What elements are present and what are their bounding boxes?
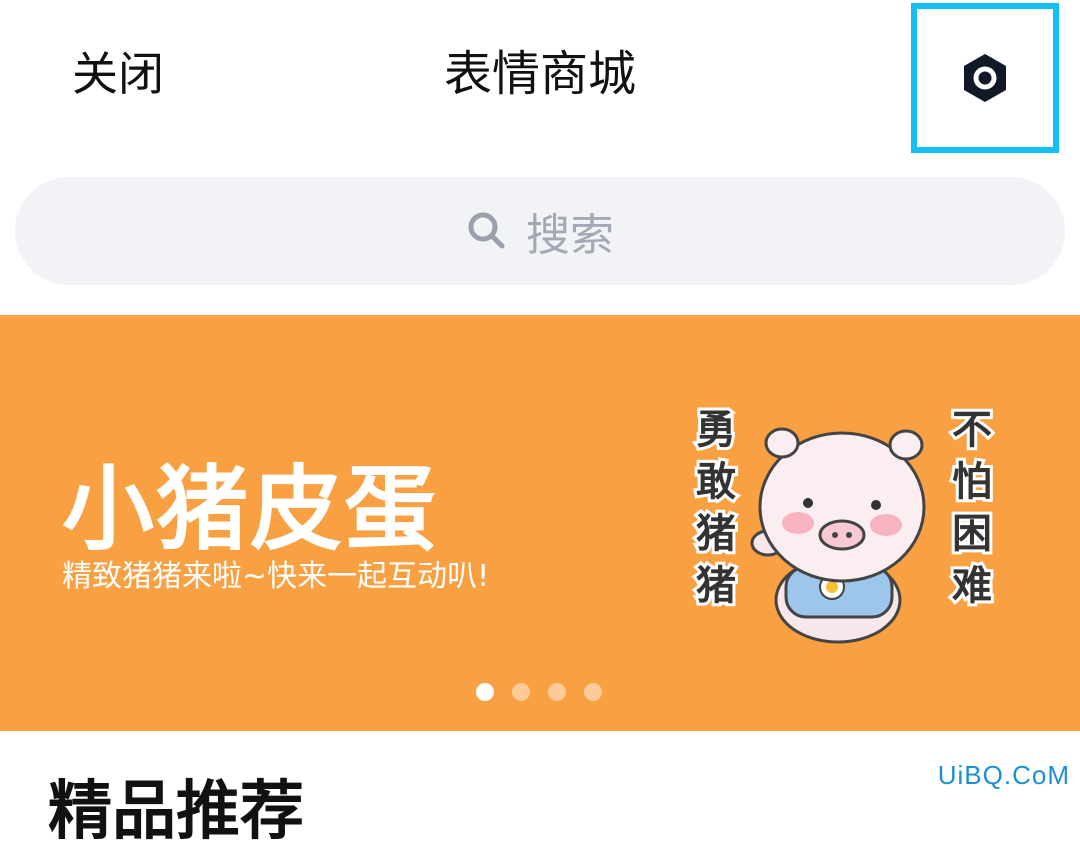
sticker-text-right-char: 怕 (952, 459, 992, 505)
sticker-text-right-char: 不 (952, 407, 992, 453)
banner-subtitle: 精致猪猪来啦~快来一起互动叭! (62, 559, 490, 594)
settings-hexagon-icon (964, 54, 1006, 102)
sticker-text-right-char: 难 (952, 563, 992, 609)
banner-title: 小猪皮蛋 (62, 456, 439, 563)
section-title: 精品推荐 (48, 775, 304, 849)
sticker-text-left-char: 敢 (696, 459, 736, 505)
page-dot[interactable] (584, 683, 602, 701)
sticker-text-left-char: 勇 (696, 407, 736, 453)
sticker-text-left-char: 猪 (696, 563, 736, 609)
sticker-text-right-char: 困 (952, 511, 992, 557)
search-bar[interactable]: 搜索 (15, 177, 1065, 285)
search-icon (468, 212, 505, 249)
banner-page-indicator (476, 683, 602, 701)
page-dot[interactable] (548, 683, 566, 701)
watermark-text: UiBQ.CoM (937, 760, 1070, 790)
page-dot[interactable] (512, 683, 530, 701)
top-bar: 关闭 表情商城 (0, 0, 1080, 153)
page-dot-active[interactable] (476, 683, 494, 701)
pig-sticker-illustration: 勇敢猪猪 不怕困难 (693, 404, 995, 644)
promo-banner[interactable]: 小猪皮蛋 精致猪猪来啦~快来一起互动叭! 勇敢猪猪 不怕困难 (0, 315, 1080, 731)
search-placeholder: 搜索 (526, 210, 614, 261)
settings-button[interactable] (911, 3, 1059, 153)
sticker-text-left-char: 猪 (696, 511, 736, 557)
